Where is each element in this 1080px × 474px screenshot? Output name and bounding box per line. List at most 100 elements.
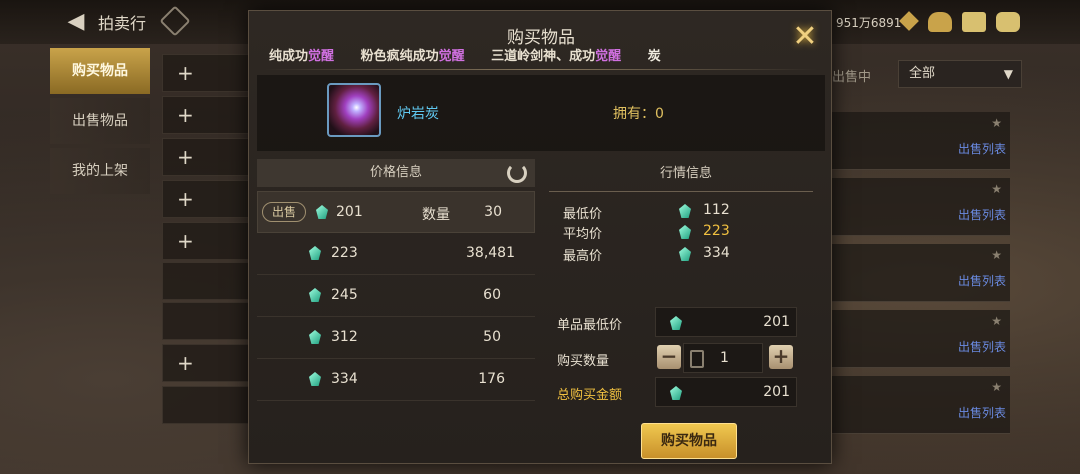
price-value: 245 <box>331 287 358 303</box>
star-icon[interactable]: ★ <box>991 314 1002 328</box>
buy-qty-value: 1 <box>720 350 729 366</box>
qty-value: 38,481 <box>466 245 515 261</box>
qty-value: 30 <box>484 204 502 220</box>
list-item[interactable]: ★ 出售列表 <box>832 244 1010 302</box>
plus-icon: + <box>177 187 194 211</box>
help-icon[interactable] <box>159 5 191 37</box>
page-title: 拍卖行 <box>98 14 147 33</box>
increase-button[interactable]: + <box>769 345 793 369</box>
price-row[interactable]: 334 176 <box>257 359 535 401</box>
sell-tag: 出售 <box>262 202 306 222</box>
sell-list-link[interactable]: 出售列表 <box>958 140 1006 157</box>
price-info-header: 价格信息 <box>257 159 535 187</box>
buy-button[interactable]: 购买物品 <box>641 423 737 459</box>
category-row[interactable]: + <box>162 180 252 218</box>
tab-buy-items[interactable]: 购买物品 <box>50 48 150 94</box>
highest-price-label: 最高价 <box>563 249 603 264</box>
diamond-icon <box>899 11 919 31</box>
list-item[interactable]: ★ 出售列表 <box>832 178 1010 236</box>
gem-icon <box>309 288 321 302</box>
category-row[interactable]: + <box>162 54 252 92</box>
gem-icon <box>679 225 691 239</box>
filter-label: 出售中 <box>832 70 872 85</box>
chevron-down-icon: ▼ <box>1003 67 1013 81</box>
gem-icon <box>670 386 682 400</box>
chat-icon[interactable] <box>996 12 1020 32</box>
total-amount-row: 总购买金额 201 <box>545 377 827 409</box>
gem-icon <box>679 204 691 218</box>
refresh-icon[interactable] <box>507 163 527 183</box>
category-row[interactable] <box>162 262 252 300</box>
filter-selected-value: 全部 <box>909 66 936 81</box>
plus-icon: + <box>177 229 194 253</box>
price-row[interactable]: 出售 201 数量 30 <box>257 191 535 233</box>
gem-icon <box>670 316 682 330</box>
category-row[interactable]: + <box>162 138 252 176</box>
gem-icon <box>309 246 321 260</box>
plus-icon: + <box>177 351 194 375</box>
plus-icon: + <box>177 61 194 85</box>
unit-min-price-label: 单品最低价 <box>557 318 623 333</box>
sell-list-link[interactable]: 出售列表 <box>958 272 1006 289</box>
category-row[interactable] <box>162 302 252 340</box>
average-price-value: 223 <box>703 223 730 239</box>
owned-label: 拥有 <box>613 106 641 122</box>
price-value: 334 <box>331 371 358 387</box>
category-row[interactable] <box>162 386 252 424</box>
unit-min-price-field[interactable]: 201 <box>655 307 797 337</box>
announcement-marquee: 纯成功觉醒 粉色疯纯成功觉醒 三道岭剑神、成功觉醒 炭 <box>269 45 813 67</box>
buy-item-dialog: 购买物品 ✕ 纯成功觉醒 粉色疯纯成功觉醒 三道岭剑神、成功觉醒 炭 炉岩炭 拥… <box>248 10 832 464</box>
owned-count: 拥有：0 <box>613 106 664 122</box>
item-icon[interactable] <box>327 83 381 137</box>
item-name: 炉岩炭 <box>397 106 439 122</box>
lowest-price-value: 112 <box>703 202 730 218</box>
divider <box>265 69 817 70</box>
star-icon[interactable]: ★ <box>991 380 1002 394</box>
price-value: 223 <box>331 245 358 261</box>
total-amount-label: 总购买金额 <box>557 388 623 403</box>
gem-icon <box>309 372 321 386</box>
marquee-item: 三道岭剑神、成功觉醒 <box>491 49 622 64</box>
market-info-title: 行情信息 <box>659 166 712 181</box>
gem-icon <box>316 205 328 219</box>
total-amount-value: 201 <box>763 384 790 400</box>
item-summary: 炉岩炭 拥有：0 <box>257 75 825 151</box>
owned-value: 0 <box>655 106 664 122</box>
price-info-panel: 价格信息 出售 201 数量 30 223 38,481 245 60 312 … <box>257 159 535 459</box>
divider <box>549 191 813 192</box>
price-row[interactable]: 312 50 <box>257 317 535 359</box>
market-info-panel: 行情信息 最低价 112 平均价 223 最高价 334 单品最低价 201 购… <box>545 159 827 459</box>
star-icon[interactable]: ★ <box>991 116 1002 130</box>
bag-icon[interactable] <box>928 12 952 32</box>
mail-icon[interactable] <box>962 12 986 32</box>
list-item[interactable]: ★ 出售列表 <box>832 310 1010 368</box>
total-amount-field: 201 <box>655 377 797 407</box>
category-row[interactable]: + <box>162 222 252 260</box>
filter-select[interactable]: 全部 ▼ <box>898 60 1022 88</box>
decrease-button[interactable]: − <box>657 345 681 369</box>
sell-list-link[interactable]: 出售列表 <box>958 404 1006 421</box>
unit-min-price-value: 201 <box>763 314 790 330</box>
quantity-stepper[interactable]: 1 <box>683 343 763 373</box>
qty-label: 数量 <box>422 207 450 223</box>
list-item[interactable]: ★ 出售列表 <box>832 376 1010 434</box>
price-info-title: 价格信息 <box>369 165 422 180</box>
price-row[interactable]: 223 38,481 <box>257 233 535 275</box>
tab-sell-items[interactable]: 出售物品 <box>50 98 150 144</box>
star-icon[interactable]: ★ <box>991 248 1002 262</box>
sell-list-link[interactable]: 出售列表 <box>958 338 1006 355</box>
list-item[interactable]: ★ 出售列表 <box>832 112 1010 170</box>
back-arrow-icon[interactable]: ◀ <box>62 8 90 36</box>
unit-min-price-row: 单品最低价 201 <box>545 307 827 339</box>
average-price-label: 平均价 <box>563 227 603 242</box>
highest-price-value: 334 <box>703 245 730 261</box>
star-icon[interactable]: ★ <box>991 182 1002 196</box>
marquee-item: 粉色疯纯成功觉醒 <box>360 49 465 64</box>
sell-list-link[interactable]: 出售列表 <box>958 206 1006 223</box>
calculator-icon[interactable] <box>690 350 704 368</box>
plus-icon: + <box>177 103 194 127</box>
category-row[interactable]: + <box>162 344 252 382</box>
category-row[interactable]: + <box>162 96 252 134</box>
price-row[interactable]: 245 60 <box>257 275 535 317</box>
tab-my-listings[interactable]: 我的上架 <box>50 148 150 194</box>
